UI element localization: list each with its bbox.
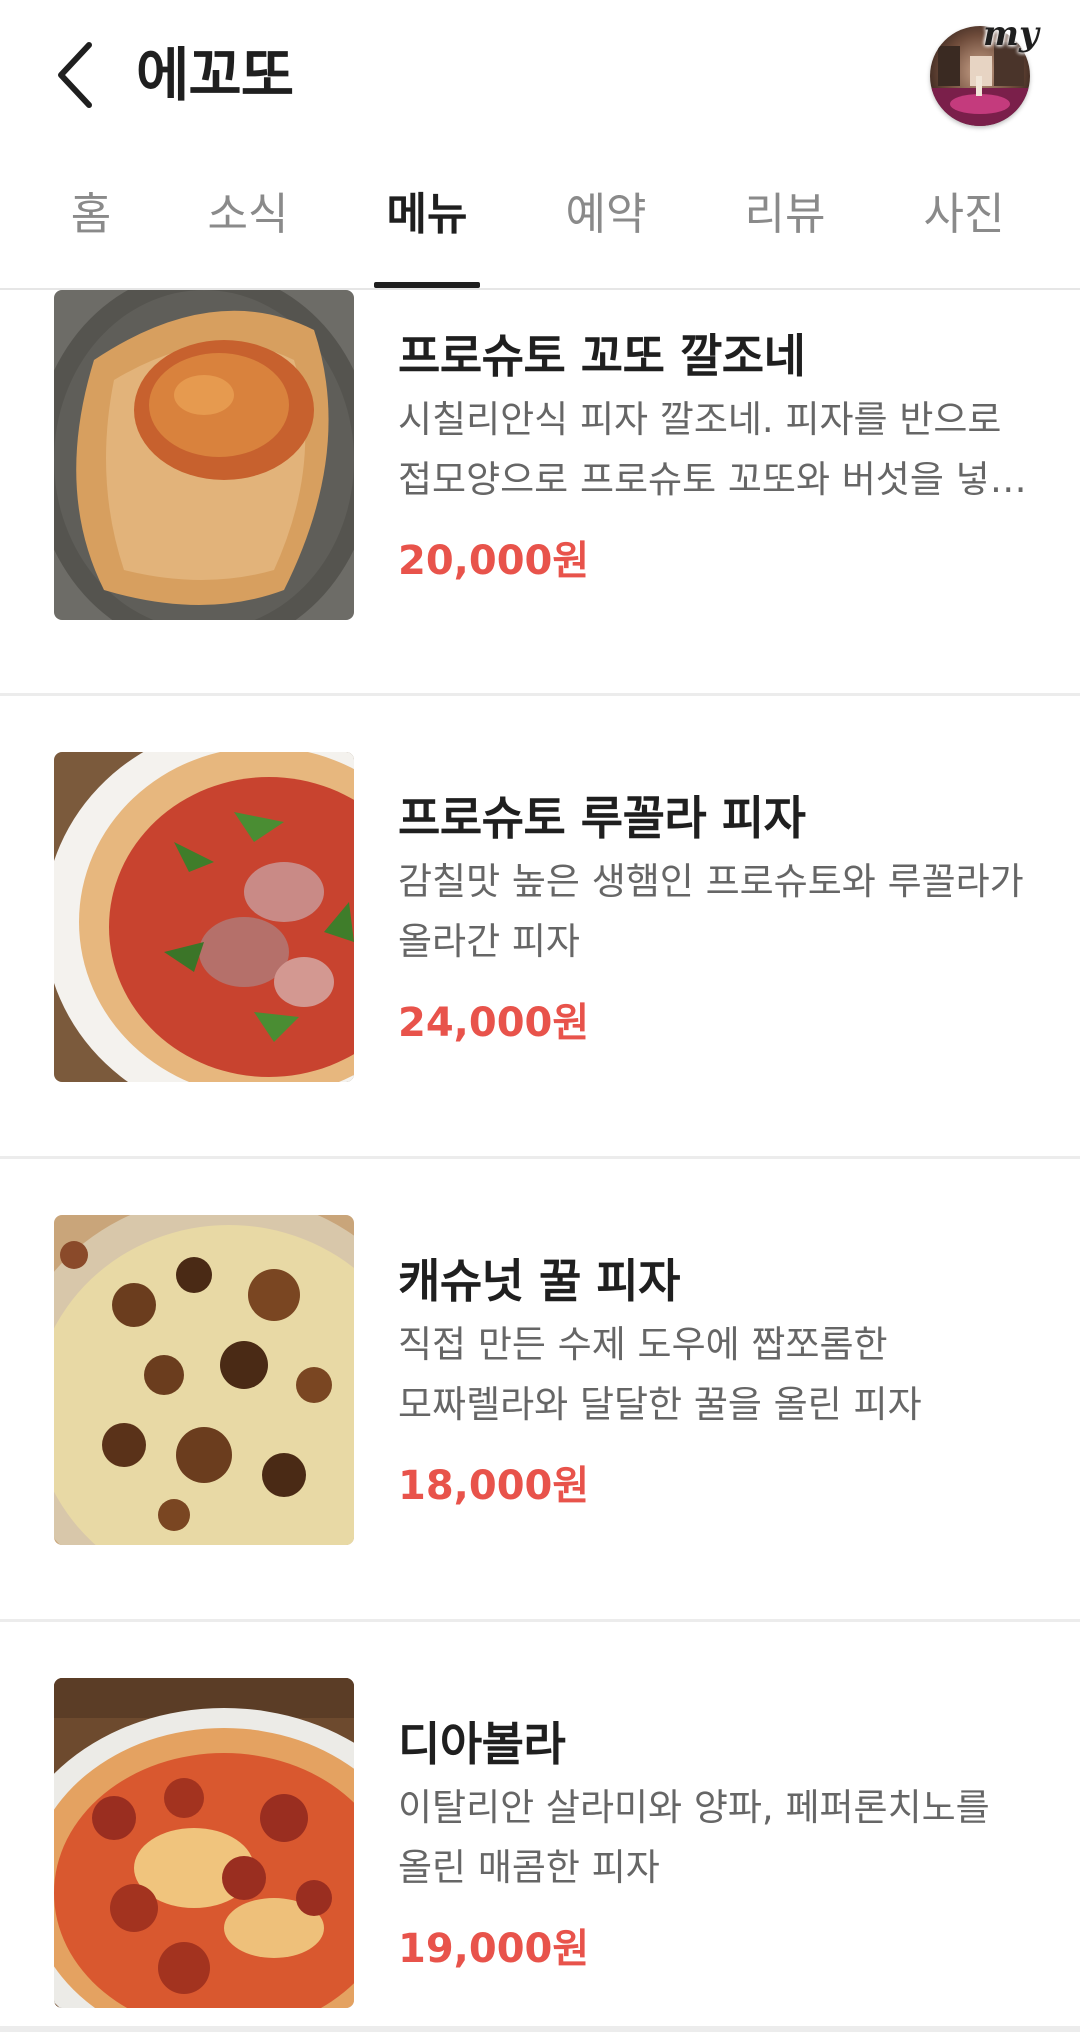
menu-item[interactable]: 프로슈토 꼬또 깔조네 시칠리안식 피자 깔조네. 피자를 반으로 접모양으로 … <box>0 290 1080 744</box>
menu-item-photo-diavola <box>54 1678 354 2008</box>
tab-review[interactable]: 리뷰 <box>745 180 826 250</box>
menu-item-name: 프로슈토 꼬또 깔조네 <box>398 329 806 383</box>
menu-item-description: 이탈리안 살라미와 양파, 페퍼론치노를 올린 매콤한 피자 <box>398 1786 990 1889</box>
menu-item-name: 캐슈넛 꿀 피자 <box>398 1254 680 1308</box>
tab-bar: 홈 소식 메뉴 예약 리뷰 사진 <box>0 150 1080 290</box>
menu-item-photo-cashew-honey <box>54 1215 354 1545</box>
menu-item-name: 프로슈토 루꼴라 피자 <box>398 791 806 845</box>
tab-photos[interactable]: 사진 <box>924 180 1005 250</box>
menu-item-price: 24,000원 <box>398 1000 590 1046</box>
menu-item-description: 감칠맛 높은 생햄인 프로슈토와 루꼴라가 올라간 피자 <box>398 860 1024 963</box>
app-header: 에꼬또 my <box>0 0 1080 150</box>
menu-item[interactable]: 캐슈넛 꿀 피자 직접 만든 수제 도우에 짭쪼롬한 모짜렐라와 달달한 꿀을 … <box>0 1159 1080 1623</box>
menu-item[interactable]: 디아볼라 이탈리안 살라미와 양파, 페퍼론치노를 올린 매콤한 피자 19,0… <box>0 1622 1080 2032</box>
page-title: 에꼬또 <box>136 41 294 109</box>
menu-item-description: 직접 만든 수제 도우에 짭쪼롬한 모짜렐라와 달달한 꿀을 올린 피자 <box>398 1323 922 1426</box>
menu-item-description: 시칠리안식 피자 깔조네. 피자를 반으로 접모양으로 프로슈토 꼬또와 버섯을… <box>398 398 1024 501</box>
chevron-left-icon <box>58 42 92 108</box>
back-button[interactable] <box>40 30 110 120</box>
tab-reservation[interactable]: 예약 <box>566 180 647 250</box>
menu-item-name: 디아볼라 <box>398 1717 566 1771</box>
menu-item-price: 19,000원 <box>398 1926 590 1972</box>
tab-news[interactable]: 소식 <box>208 180 289 250</box>
avatar-badge: my <box>983 14 1039 54</box>
menu-list: 프로슈토 꼬또 깔조네 시칠리안식 피자 깔조네. 피자를 반으로 접모양으로 … <box>0 290 1080 2032</box>
menu-item[interactable]: 프로슈토 루꼴라 피자 감칠맛 높은 생햄인 프로슈토와 루꼴라가 올라간 피자… <box>0 696 1080 1160</box>
menu-item-photo-prosciutto-arugula <box>54 752 354 1082</box>
bottom-divider <box>0 2026 1080 2032</box>
tab-home[interactable]: 홈 <box>71 180 111 250</box>
menu-item-price: 20,000원 <box>398 538 590 584</box>
menu-item-price: 18,000원 <box>398 1463 590 1509</box>
menu-item-photo-calzone <box>54 290 354 620</box>
active-tab-indicator <box>374 282 480 288</box>
tab-menu[interactable]: 메뉴 <box>387 180 468 250</box>
